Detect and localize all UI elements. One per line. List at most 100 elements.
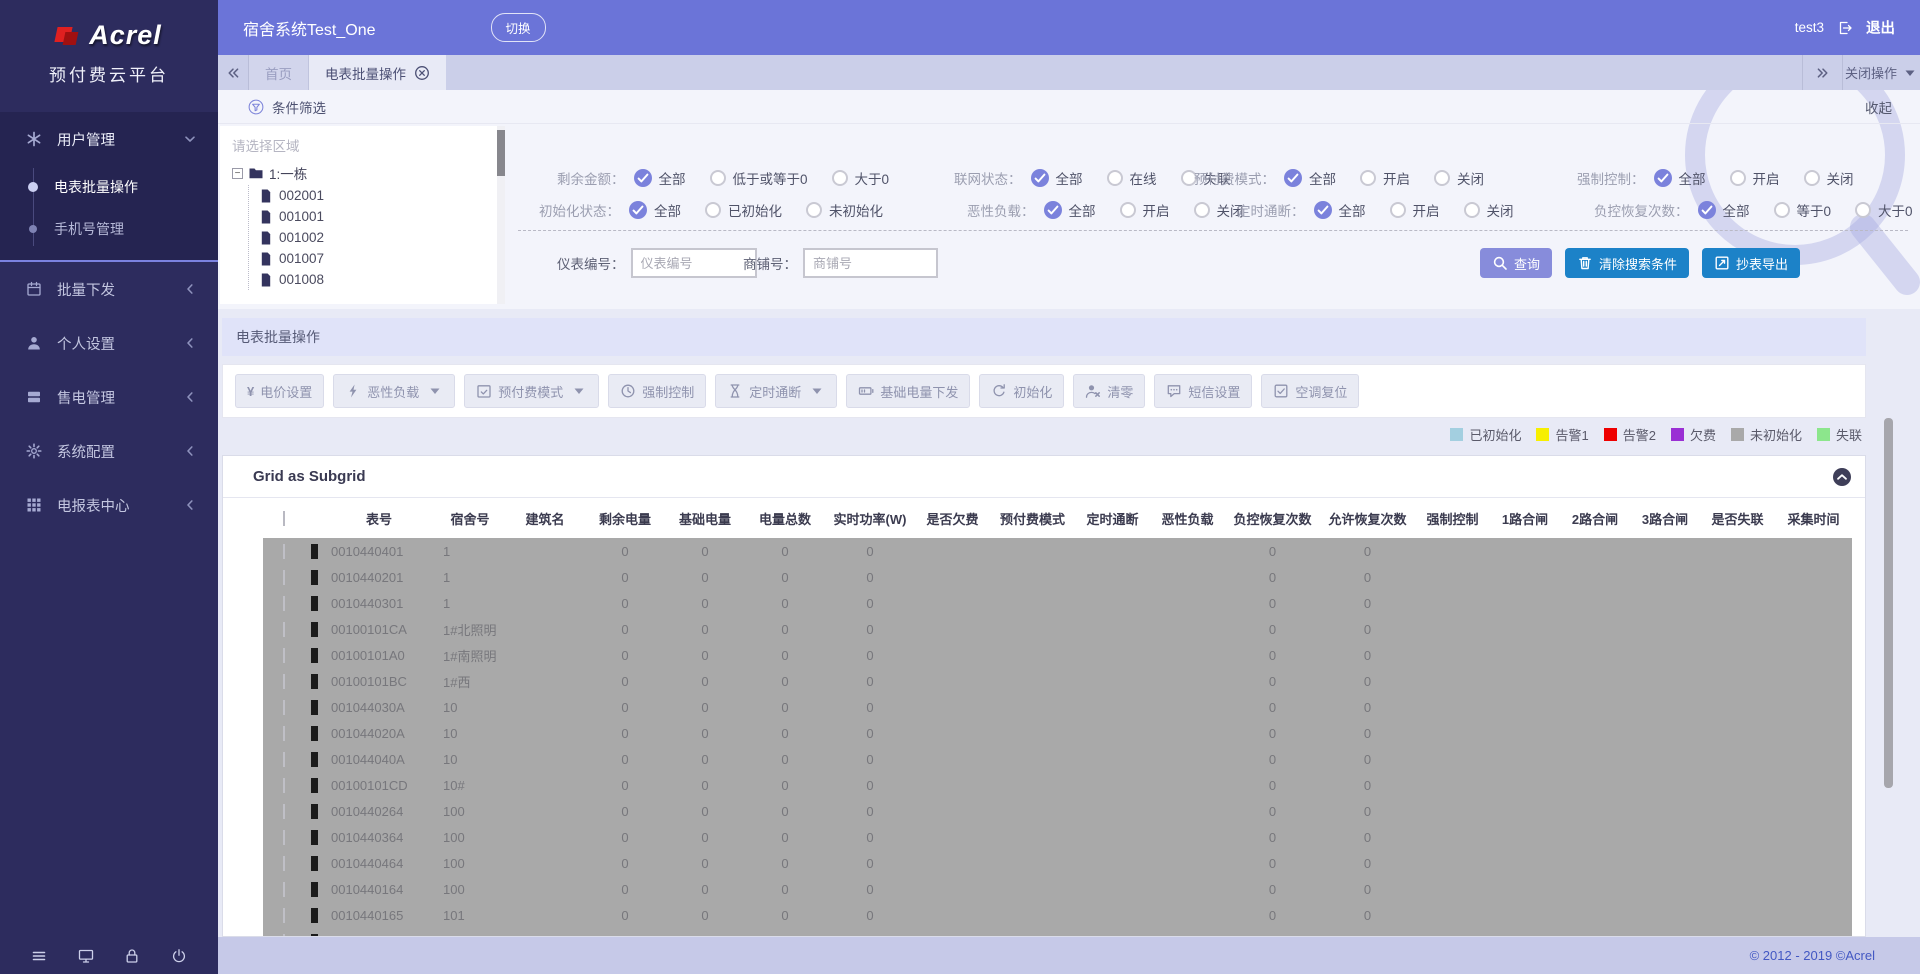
tool-button-4[interactable]: 定时通断 [715,374,837,408]
radio-option[interactable]: 未初始化 [806,200,883,220]
radio-option[interactable]: 全部 [1314,200,1366,220]
row-checkbox[interactable] [283,648,285,663]
radio-checked-icon[interactable] [1031,169,1049,187]
expand-row-icon[interactable] [311,908,318,923]
radio-unchecked-icon[interactable] [1390,202,1406,218]
expand-row-icon[interactable] [311,752,318,767]
radio-option[interactable]: 全部 [1044,200,1096,220]
expand-row-icon[interactable] [311,700,318,715]
switch-system-button[interactable]: 切换 [491,13,546,42]
collapse-filter-link[interactable]: 收起 [1865,97,1892,117]
tree-node-001008[interactable]: 001008 [258,269,491,290]
column-header[interactable]: 是否失联 [1700,509,1775,528]
radio-option[interactable]: 开启 [1120,200,1170,220]
tool-button-3[interactable]: 强制控制 [608,374,706,408]
row-checkbox[interactable] [283,804,285,819]
table-row[interactable]: 0010440165101000000 [263,902,1852,928]
table-row[interactable]: 001044040A10000000 [263,746,1852,772]
radio-unchecked-icon[interactable] [1194,202,1210,218]
close-operations-menu[interactable]: 关闭操作 [1842,55,1920,90]
scroll-tabs-left-button[interactable] [218,55,249,90]
sidebar-subitem-0-1[interactable]: 手机号管理 [0,208,218,250]
expand-row-icon[interactable] [311,830,318,845]
expand-row-icon[interactable] [311,596,318,611]
radio-option[interactable]: 在线 [1107,168,1157,188]
column-header[interactable]: 采集时间 [1775,509,1852,528]
sidebar-subitem-0-0[interactable]: 电表批量操作 [0,166,218,208]
column-header[interactable]: 建筑名 [505,509,585,528]
sidebar-item-0[interactable]: 用户管理 [0,112,218,166]
tree-node-001007[interactable]: 001007 [258,248,491,269]
logout-button[interactable]: 退出 [1866,17,1895,38]
tool-button-6[interactable]: 初始化 [979,374,1064,408]
row-checkbox[interactable] [283,700,285,715]
tool-button-2[interactable]: 预付费模式 [464,374,599,408]
page-scrollbar-thumb[interactable] [1884,418,1893,788]
tree-scrollbar[interactable] [497,126,505,304]
tree-node-001001[interactable]: 001001 [258,206,491,227]
radio-option[interactable]: 开启 [1730,168,1780,188]
radio-checked-icon[interactable] [1698,201,1716,219]
row-checkbox[interactable] [283,778,285,793]
column-header[interactable]: 负控恢复次数 [1225,509,1320,528]
expand-row-icon[interactable] [311,544,318,559]
radio-unchecked-icon[interactable] [710,170,726,186]
row-checkbox[interactable] [283,544,285,559]
sidebar-item-1[interactable]: 批量下发 [0,262,218,316]
expand-row-icon[interactable] [311,804,318,819]
radio-checked-icon[interactable] [1314,201,1332,219]
table-row[interactable]: 0010440264100000000 [263,798,1852,824]
table-row[interactable]: 00100101A01#南照明000000 [263,642,1852,668]
expand-row-icon[interactable] [311,622,318,637]
monitor-icon[interactable] [78,947,94,964]
radio-unchecked-icon[interactable] [1730,170,1746,186]
column-header[interactable]: 预付费模式 [990,509,1075,528]
radio-option[interactable]: 关闭 [1804,168,1854,188]
column-header[interactable]: 允许恢复次数 [1320,509,1415,528]
row-checkbox[interactable] [283,622,285,637]
table-row[interactable]: 00104404011000000 [263,538,1852,564]
tool-button-9[interactable]: 空调复位 [1261,374,1359,408]
tree-node-001002[interactable]: 001002 [258,227,491,248]
table-row[interactable]: 00100101CA1#北照明000000 [263,616,1852,642]
tree-root-node[interactable]: − 1:一栋 [232,163,491,183]
radio-unchecked-icon[interactable] [1120,202,1136,218]
radio-unchecked-icon[interactable] [806,202,822,218]
sidebar-item-2[interactable]: 个人设置 [0,316,218,370]
expand-row-icon[interactable] [311,726,318,741]
tool-button-5[interactable]: 基础电量下发 [846,374,970,408]
column-header[interactable]: 强制控制 [1415,509,1490,528]
radio-checked-icon[interactable] [1044,201,1062,219]
sidebar-item-5[interactable]: 电报表中心 [0,478,218,532]
column-header[interactable]: 1路合闸 [1490,509,1560,528]
radio-checked-icon[interactable] [634,169,652,187]
table-row[interactable]: 00100101BC1#西000000 [263,668,1852,694]
sidebar-item-3[interactable]: 售电管理 [0,370,218,424]
column-header[interactable]: 是否欠费 [915,509,990,528]
power-icon[interactable] [171,947,187,964]
table-row[interactable]: 0010440164100000000 [263,876,1852,902]
clear-search-button[interactable]: 清除搜索条件 [1565,248,1689,278]
radio-unchecked-icon[interactable] [1107,170,1123,186]
radio-option[interactable]: 全部 [1654,168,1706,188]
row-checkbox[interactable] [283,596,285,611]
meter-number-input[interactable] [631,248,757,278]
meter-export-button[interactable]: 抄表导出 [1702,248,1800,278]
table-row[interactable]: 0010440265101000000 [263,928,1852,937]
scroll-tabs-right-button[interactable] [1802,55,1842,90]
column-header[interactable]: 电量总数 [745,509,825,528]
tab-close-icon[interactable] [414,65,430,81]
radio-option[interactable]: 关闭 [1464,200,1514,220]
row-checkbox[interactable] [283,882,285,897]
tree-scrollbar-thumb[interactable] [497,130,505,176]
radio-option[interactable]: 全部 [634,168,686,188]
expand-row-icon[interactable] [311,856,318,871]
column-header[interactable]: 表号 [323,509,435,528]
tab-home[interactable]: 首页 [249,55,309,90]
column-header[interactable]: 定时通断 [1075,509,1150,528]
table-row[interactable]: 00100101CD10#000000 [263,772,1852,798]
radio-checked-icon[interactable] [1284,169,1302,187]
radio-option[interactable]: 开启 [1390,200,1440,220]
radio-option[interactable]: 全部 [1284,168,1336,188]
radio-unchecked-icon[interactable] [1360,170,1376,186]
